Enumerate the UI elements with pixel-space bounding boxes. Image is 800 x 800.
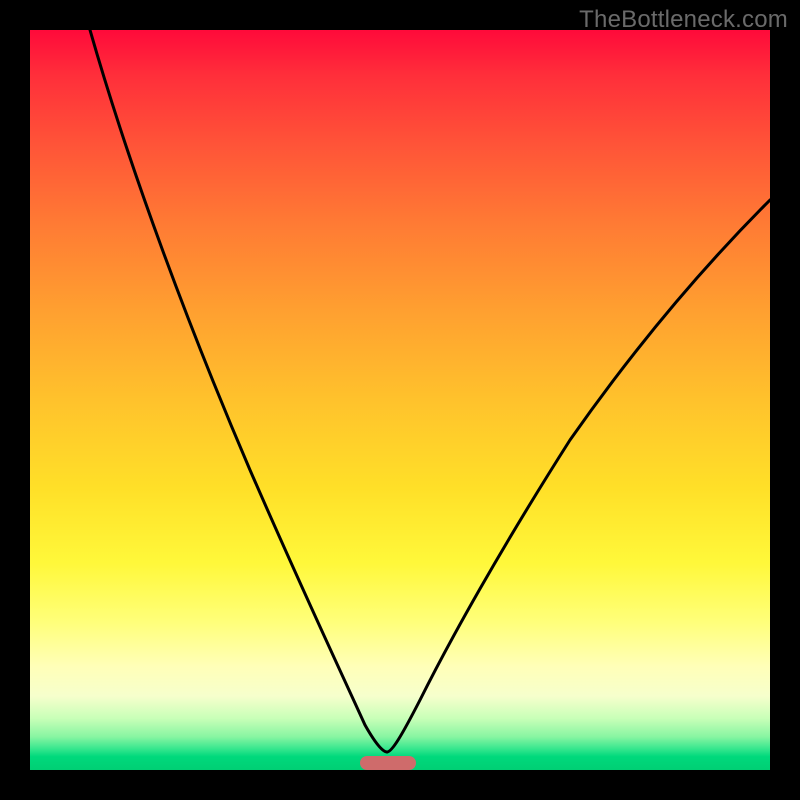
bottleneck-curve-left: [90, 30, 387, 752]
bottleneck-curve-right: [387, 200, 770, 752]
bottleneck-marker: [360, 756, 416, 770]
chart-frame: TheBottleneck.com: [0, 0, 800, 800]
curve-svg: [30, 30, 770, 770]
plot-area: [30, 30, 770, 770]
